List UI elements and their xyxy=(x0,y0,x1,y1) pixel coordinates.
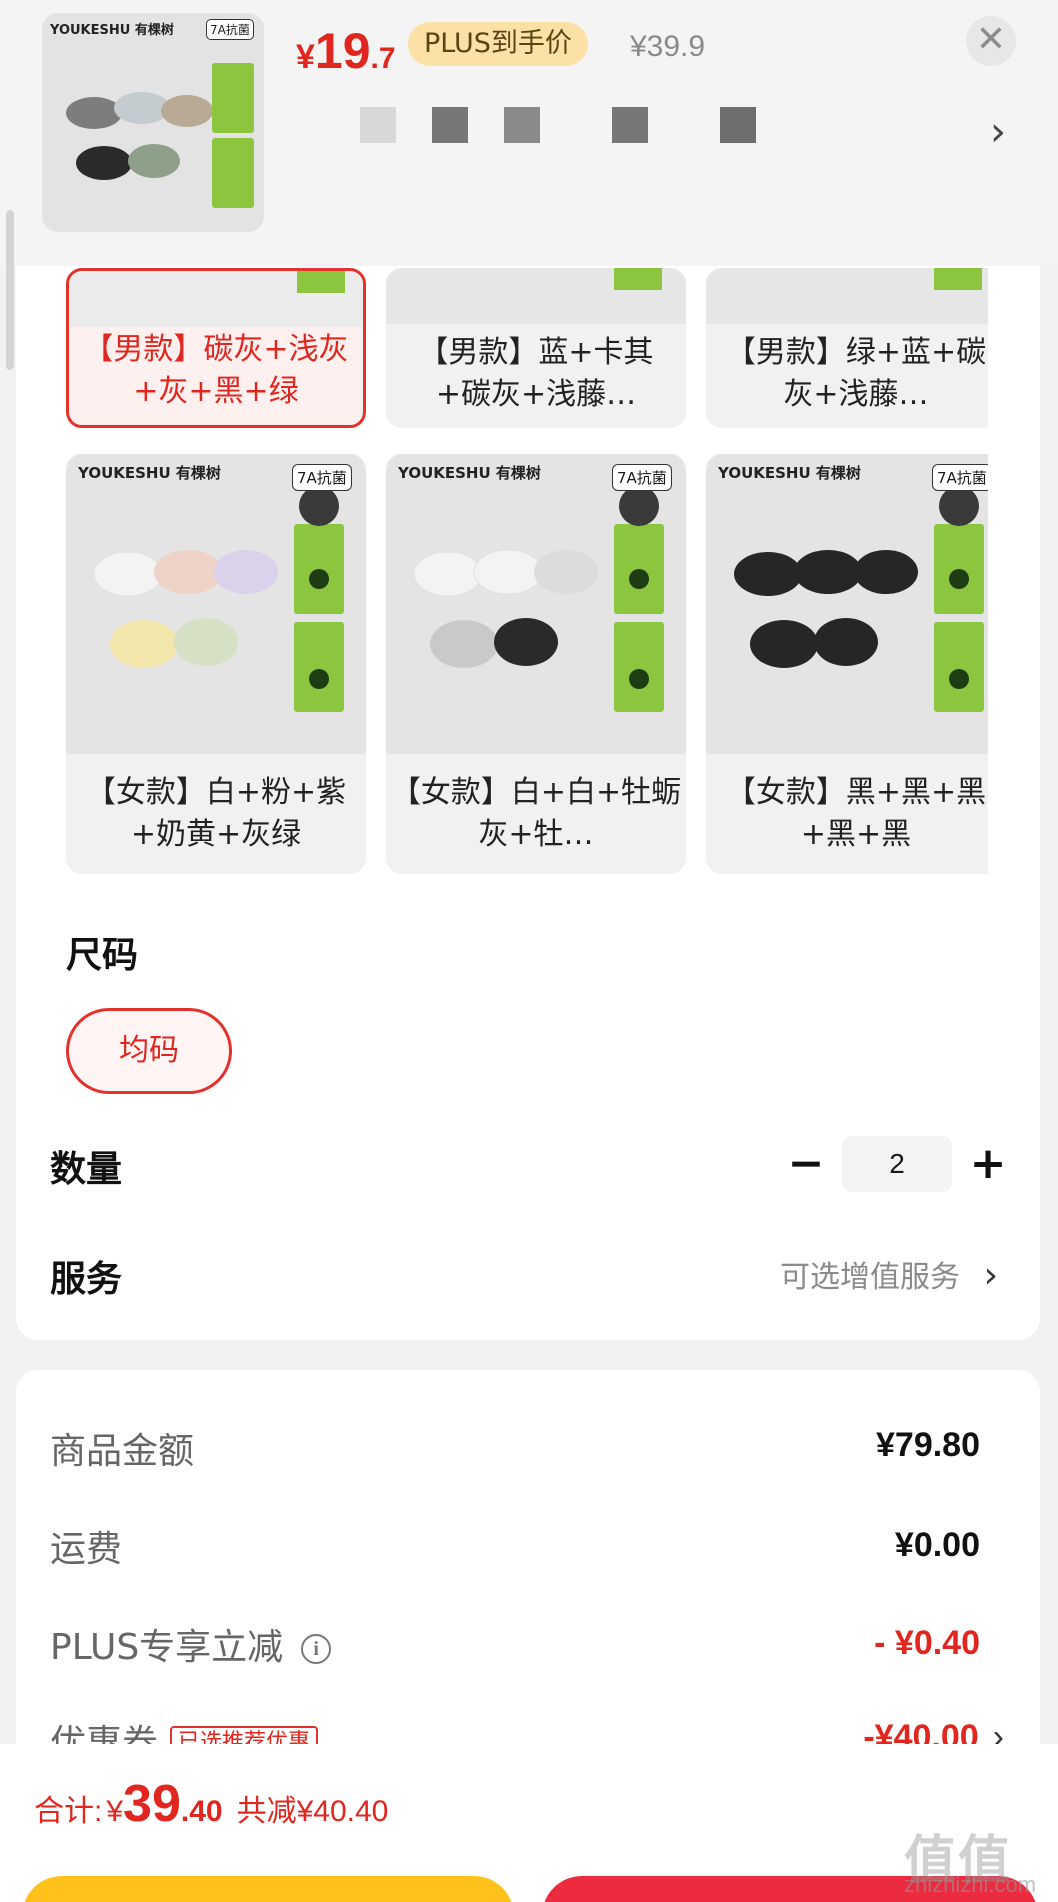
price-currency: ¥ xyxy=(296,38,315,76)
close-button[interactable]: ✕ xyxy=(966,16,1016,66)
variant-label: 【男款】碳灰+浅灰+灰+黑+绿 xyxy=(83,332,349,409)
green-pack xyxy=(614,268,662,290)
plus-price-badge: PLUS到手价 xyxy=(408,22,588,66)
redacted-block xyxy=(720,107,756,143)
size-title: 尺码 xyxy=(66,935,139,976)
total-decimal: .40 xyxy=(180,1795,223,1828)
price-decimal: .7 xyxy=(370,42,396,75)
variant-label: 【女款】白+白+牡蛎灰+牡… xyxy=(390,775,682,852)
photo-brand: YOUKESHU 有棵树 xyxy=(78,464,221,482)
redacted-block xyxy=(612,107,648,143)
redacted-block xyxy=(360,107,396,143)
quantity-decrease-button[interactable]: − xyxy=(786,1138,826,1190)
goods-amount-value: ¥79.80 xyxy=(876,1426,980,1464)
total-savings: 共减¥40.40 xyxy=(236,1795,389,1828)
socks-photo xyxy=(413,486,664,712)
current-price: ¥19.7 xyxy=(296,22,396,79)
total-currency: ¥ xyxy=(106,1795,124,1828)
info-icon[interactable]: i xyxy=(301,1634,332,1664)
shipping-label: 运费 xyxy=(50,1529,123,1570)
variant-image: YOUKESHU 有棵树 7A抗菌 xyxy=(66,454,366,754)
header-chevron-icon[interactable]: › xyxy=(990,112,1006,152)
plus-discount-label: PLUS专享立减 xyxy=(50,1627,284,1668)
variant-image: YOUKESHU 有棵树 7A抗菌 xyxy=(706,454,988,754)
goods-amount-label: 商品金额 xyxy=(50,1431,195,1472)
product-thumbnail: YOUKESHU 有棵树 7A抗菌 xyxy=(42,13,264,232)
variant-option-selected[interactable]: 【男款】碳灰+浅灰+灰+黑+绿 xyxy=(66,268,366,428)
variant-label: 【女款】白+粉+紫+奶黄+灰绿 xyxy=(85,775,347,852)
variant-option[interactable]: YOUKESHU 有棵树 7A抗菌 【女款】白+粉+紫+奶黄+灰绿 xyxy=(66,454,366,874)
variant-image: YOUKESHU 有棵树 7A抗菌 xyxy=(386,454,686,754)
green-pack xyxy=(934,268,982,290)
chevron-right-icon: › xyxy=(983,1255,998,1296)
variant-option[interactable]: YOUKESHU 有棵树 7A抗菌 【女款】黑+黑+黑+黑+黑 xyxy=(706,454,988,874)
order-total: 合计: ¥ 39 .40 共减¥40.40 xyxy=(34,1774,388,1834)
price-integer: 19 xyxy=(314,23,371,79)
total-integer: 39 xyxy=(123,1775,181,1833)
photo-badge: 7A抗菌 xyxy=(292,464,352,491)
quantity-increase-button[interactable]: + xyxy=(968,1138,1008,1190)
variant-label: 【女款】黑+黑+黑+黑+黑 xyxy=(725,775,987,852)
original-price: ¥39.9 xyxy=(630,30,706,63)
service-value: 可选增值服务 xyxy=(780,1260,961,1295)
product-header: YOUKESHU 有棵树 7A抗菌 ¥19.7 PLUS到手价 ¥39.9 ✕ … xyxy=(0,0,1058,266)
socks-photo xyxy=(93,486,344,712)
quantity-title: 数量 xyxy=(50,1149,123,1190)
socks-photo xyxy=(734,486,984,712)
photo-brand: YOUKESHU 有棵树 xyxy=(718,464,861,482)
variant-label: 【男款】蓝+卡其+碳灰+浅藤… xyxy=(418,335,654,412)
photo-badge: 7A抗菌 xyxy=(612,464,672,491)
total-label: 合计: xyxy=(34,1795,103,1828)
variant-option[interactable]: YOUKESHU 有棵树 7A抗菌 【女款】白+白+牡蛎灰+牡… xyxy=(386,454,686,874)
green-pack xyxy=(297,271,345,293)
photo-badge: 7A抗菌 xyxy=(932,464,988,491)
variant-label: 【男款】绿+蓝+碳灰+浅藤… xyxy=(725,335,987,412)
plus-discount-value: - ¥0.40 xyxy=(874,1624,980,1662)
photo-brand: YOUKESHU 有棵树 xyxy=(398,464,541,482)
variant-option[interactable]: 【男款】绿+蓝+碳灰+浅藤… xyxy=(706,268,988,428)
quantity-input[interactable]: 2 xyxy=(842,1136,952,1192)
size-option-selected[interactable]: 均码 xyxy=(66,1008,232,1094)
watermark-url: zhizhizhi.com xyxy=(904,1872,1037,1897)
redacted-block xyxy=(432,107,468,143)
bottom-checkout-bar: 合计: ¥ 39 .40 共减¥40.40 xyxy=(0,1744,1058,1902)
service-title: 服务 xyxy=(50,1259,123,1300)
service-selector[interactable]: 可选增值服务 › xyxy=(780,1252,998,1296)
variant-grid: 【男款】碳灰+浅灰+灰+黑+绿 【男款】蓝+卡其+碳灰+浅藤… 【男款】绿+蓝+… xyxy=(54,200,988,900)
add-to-cart-button[interactable] xyxy=(22,1876,514,1902)
shipping-value: ¥0.00 xyxy=(894,1526,980,1564)
plus-discount-row: PLUS专享立减 i xyxy=(50,1618,332,1670)
variant-option[interactable]: 【男款】蓝+卡其+碳灰+浅藤… xyxy=(386,268,686,428)
redacted-block xyxy=(504,107,540,143)
socks-photo xyxy=(66,63,254,208)
scrollbar[interactable] xyxy=(6,210,14,370)
